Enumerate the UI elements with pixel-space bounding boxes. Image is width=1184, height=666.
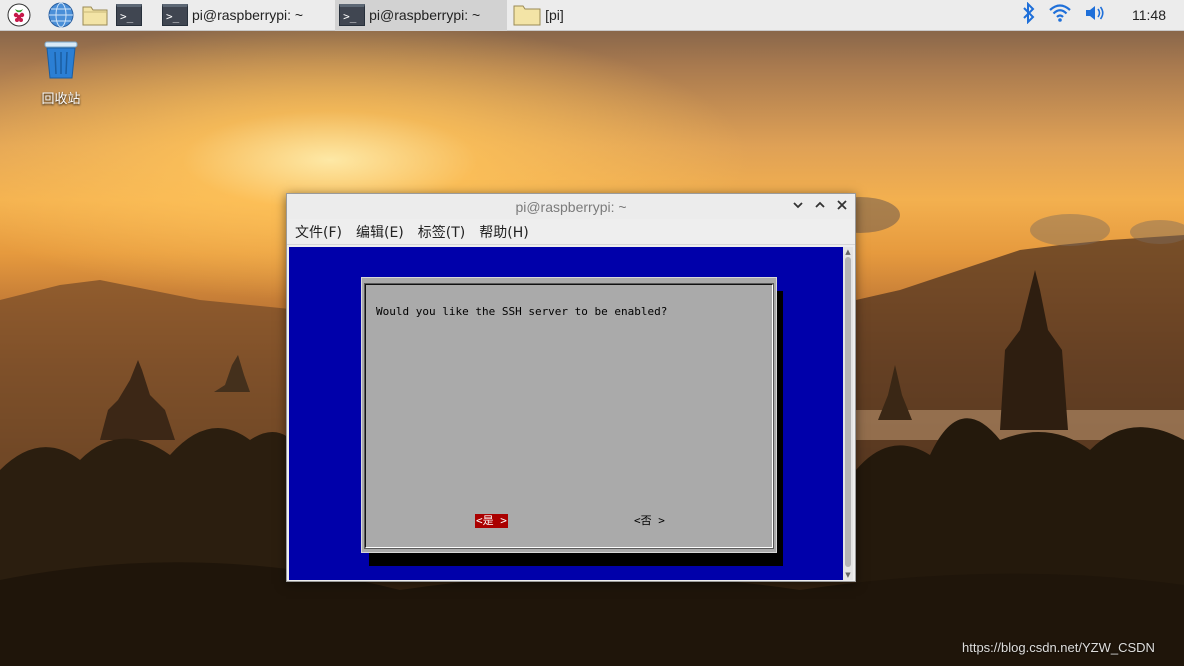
dialog-frame: Would you like the SSH server to be enab… <box>364 283 774 549</box>
menu-file[interactable]: 文件(F) <box>295 222 342 242</box>
folder-icon <box>513 4 541 26</box>
bluetooth-icon[interactable] <box>1022 1 1036 28</box>
menu-edit[interactable]: 编辑(E) <box>356 222 404 242</box>
taskbar-task-terminal-1[interactable]: >_ pi@raspberrypi: ~ <box>158 0 307 31</box>
trash-icon <box>44 41 78 79</box>
clock[interactable]: 11:48 <box>1132 7 1166 23</box>
task-label: pi@raspberrypi: ~ <box>192 7 304 23</box>
raspberry-menu-icon[interactable] <box>4 0 34 30</box>
window-menubar: 文件(F) 编辑(E) 标签(T) 帮助(H) <box>287 219 855 245</box>
taskbar-task-terminal-2[interactable]: >_ pi@raspberrypi: ~ <box>335 0 508 31</box>
file-manager-icon[interactable] <box>80 0 110 30</box>
task-label: pi@raspberrypi: ~ <box>369 7 481 23</box>
taskbar: >_ >_ pi@raspberrypi: ~ >_ pi@raspberryp… <box>0 0 1184 31</box>
desktop-trash[interactable]: 回收站 <box>30 38 92 107</box>
watermark: https://blog.csdn.net/YZW_CSDN <box>962 640 1155 655</box>
close-icon[interactable] <box>835 198 849 212</box>
window-title: pi@raspberrypi: ~ <box>515 198 627 215</box>
terminal-launcher-icon[interactable]: >_ <box>114 0 144 30</box>
window-titlebar[interactable]: pi@raspberrypi: ~ <box>287 194 855 219</box>
yes-button[interactable]: <是 > <box>475 514 508 528</box>
minimize-icon[interactable] <box>791 198 805 212</box>
ssh-dialog: Would you like the SSH server to be enab… <box>361 277 777 553</box>
maximize-icon[interactable] <box>813 198 827 212</box>
task-label: [pi] <box>545 7 564 23</box>
terminal-scrollbar[interactable]: ▲ ▼ <box>843 247 853 580</box>
taskbar-task-file-manager[interactable]: [pi] <box>509 0 568 31</box>
scroll-down-icon[interactable]: ▼ <box>843 571 853 579</box>
no-button[interactable]: <否 > <box>634 514 665 528</box>
terminal-area[interactable]: Would you like the SSH server to be enab… <box>289 247 843 580</box>
volume-icon[interactable] <box>1084 4 1106 26</box>
terminal-icon: >_ <box>339 4 366 26</box>
menu-help[interactable]: 帮助(H) <box>479 222 528 242</box>
terminal-icon: >_ <box>162 4 188 26</box>
scroll-up-icon[interactable]: ▲ <box>843 248 853 256</box>
dialog-question: Would you like the SSH server to be enab… <box>376 305 668 318</box>
system-tray: 11:48 <box>1022 1 1184 28</box>
terminal-window: pi@raspberrypi: ~ 文件(F) 编辑(E) 标签(T) 帮助(H… <box>286 193 856 582</box>
scrollbar-thumb[interactable] <box>845 257 851 567</box>
web-browser-icon[interactable] <box>46 0 76 30</box>
trash-label: 回收站 <box>41 92 81 107</box>
menu-tabs[interactable]: 标签(T) <box>418 222 465 242</box>
wifi-icon[interactable] <box>1048 3 1072 27</box>
